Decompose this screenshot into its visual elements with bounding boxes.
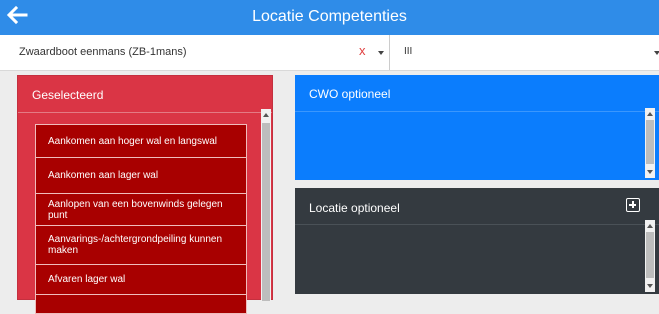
boat-select-value: Zwaardboot eenmans (ZB-1mans) [19, 46, 187, 58]
selected-panel: Geselecteerd Aankomen aan hoger wal en l… [17, 75, 273, 314]
selected-list-scrollbar[interactable] [261, 109, 271, 301]
cwo-panel-header: CWO optioneel [295, 75, 659, 112]
scroll-thumb[interactable] [646, 120, 654, 164]
location-optional-panel: Locatie optioneel [295, 188, 659, 294]
cwo-optional-panel: CWO optioneel [295, 75, 659, 180]
boat-select[interactable]: Zwaardboot eenmans (ZB-1mans) x [0, 35, 390, 70]
page-title: Locatie Competenties [252, 8, 407, 25]
clear-selection-button[interactable]: x [359, 43, 366, 58]
list-item[interactable]: Aanlopen van een bovenwinds gelegen punt [35, 193, 247, 226]
selected-panel-header: Geselecteerd [18, 76, 272, 113]
list-item[interactable]: Aanvarings-/achtergrondpeiling kunnen ma… [35, 225, 247, 265]
list-item[interactable] [35, 294, 247, 314]
scroll-up-icon[interactable] [263, 113, 269, 117]
cwo-panel-title: CWO optioneel [309, 87, 391, 101]
chevron-down-icon[interactable] [654, 51, 659, 55]
scroll-down-icon[interactable] [647, 170, 653, 174]
plus-square-icon[interactable] [626, 198, 640, 212]
location-list-scrollbar[interactable] [645, 220, 655, 292]
cwo-list-scrollbar[interactable] [645, 108, 655, 178]
list-item[interactable]: Aankomen aan lager wal [35, 157, 247, 194]
app-header: Locatie Competenties [0, 0, 659, 35]
chevron-down-icon[interactable] [378, 51, 384, 55]
level-select-value: III [404, 46, 413, 57]
scroll-thumb[interactable] [646, 232, 654, 278]
level-select[interactable]: III [395, 35, 659, 70]
scroll-up-icon[interactable] [647, 224, 653, 228]
location-panel-title: Locatie optioneel [309, 201, 400, 215]
list-item[interactable]: Afvaren lager wal [35, 264, 247, 295]
scroll-down-icon[interactable] [647, 284, 653, 288]
filter-bar: Zwaardboot eenmans (ZB-1mans) x III [0, 35, 659, 71]
scroll-thumb[interactable] [262, 123, 270, 301]
scroll-up-icon[interactable] [647, 112, 653, 116]
selected-list: Aankomen aan hoger wal en langswal Aanko… [35, 124, 247, 314]
selected-panel-title: Geselecteerd [32, 88, 104, 102]
list-item[interactable]: Aankomen aan hoger wal en langswal [35, 124, 247, 158]
location-panel-header: Locatie optioneel [295, 188, 659, 225]
